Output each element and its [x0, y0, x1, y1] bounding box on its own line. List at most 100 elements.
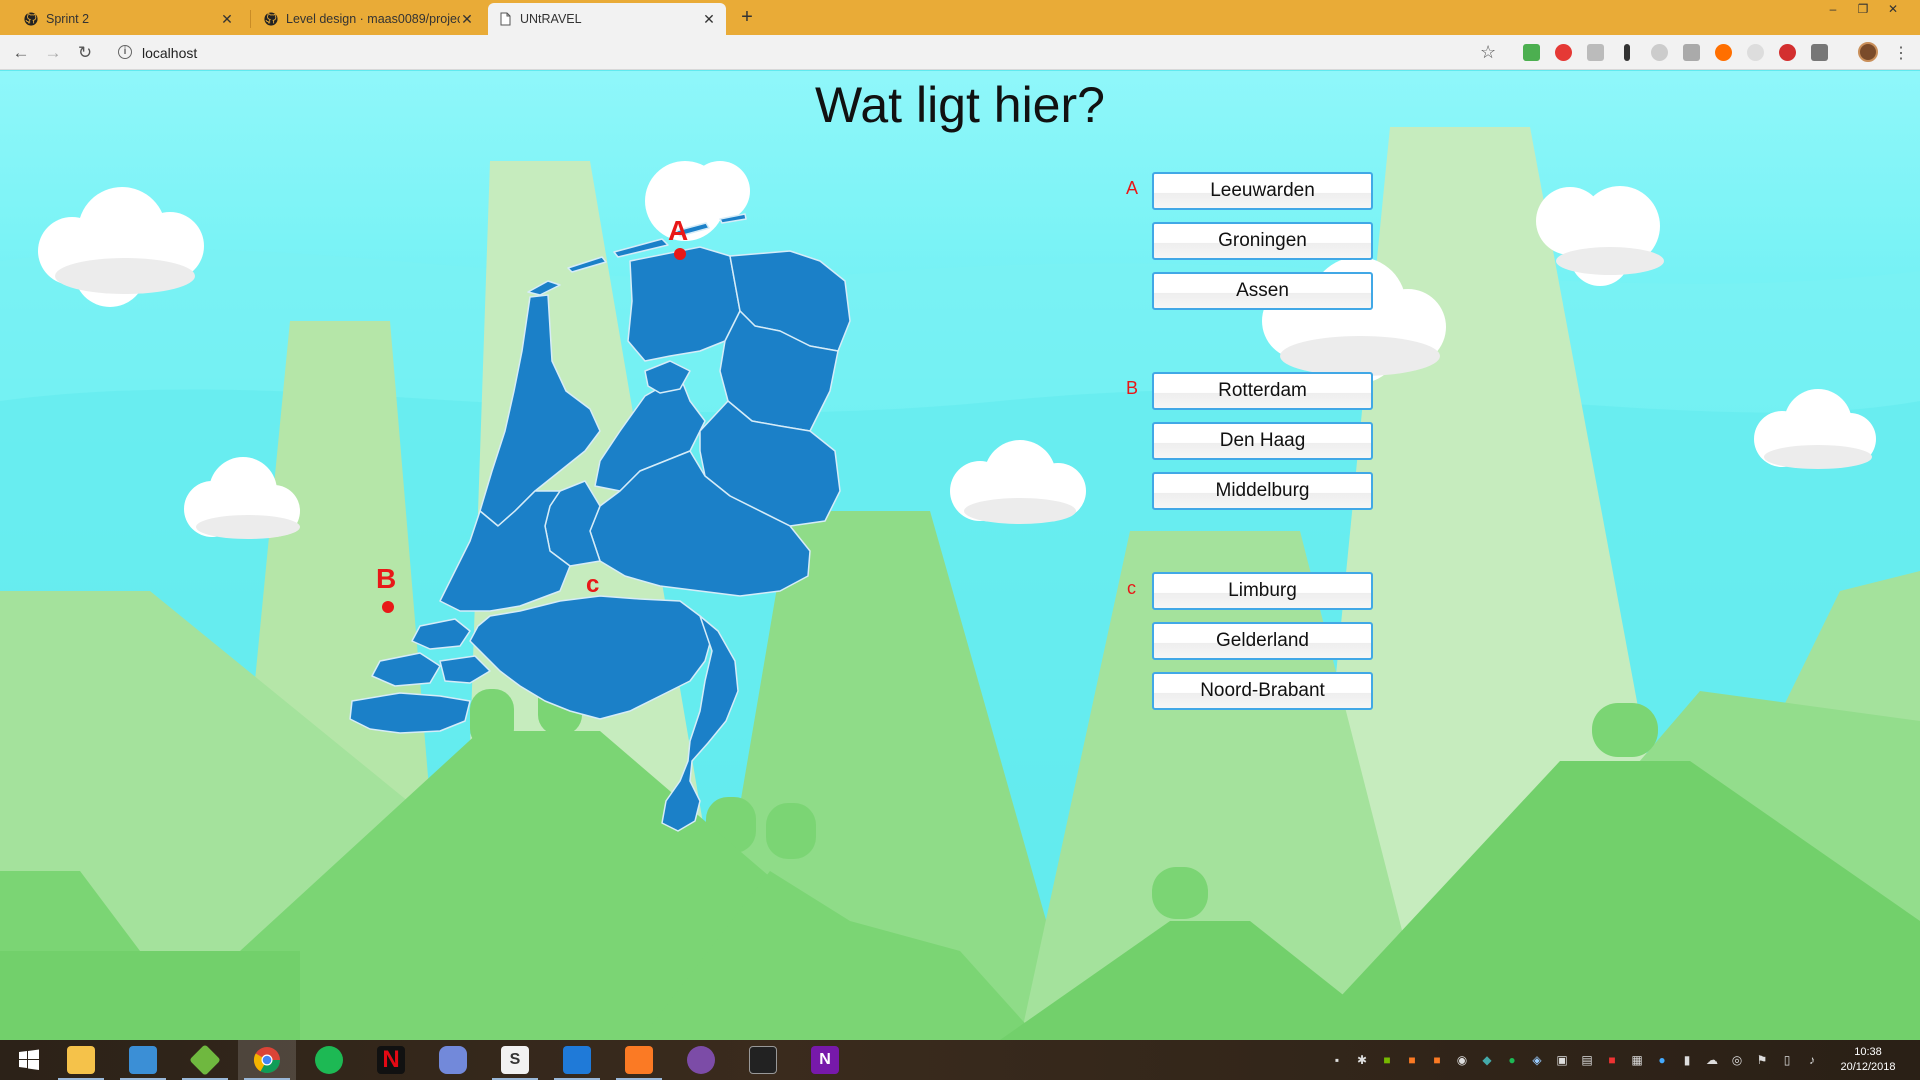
extension-icon[interactable] — [1587, 44, 1604, 61]
tab-title: Sprint 2 — [46, 12, 90, 26]
restore-button[interactable]: ❐ — [1848, 2, 1878, 16]
tray-icon[interactable]: ◉ — [1455, 1053, 1469, 1067]
tab-sprint-2[interactable]: Sprint 2 ✕ — [14, 3, 244, 35]
gitkraken-icon[interactable] — [176, 1040, 234, 1080]
island-vlieland — [567, 256, 607, 273]
volume-icon[interactable]: ♪ — [1805, 1053, 1819, 1067]
close-icon[interactable]: ✕ — [460, 11, 474, 28]
info-icon[interactable]: i — [118, 45, 132, 59]
close-icon[interactable]: ✕ — [702, 11, 716, 28]
tab-level-design[interactable]: Level design · maas0089/project ✕ — [254, 3, 484, 35]
spotify-icon[interactable] — [300, 1040, 358, 1080]
extension-icon[interactable] — [1811, 44, 1828, 61]
marker-b-label: B — [376, 563, 397, 594]
avatar[interactable] — [1858, 42, 1878, 62]
discord-icon[interactable] — [424, 1040, 482, 1080]
back-arrow-icon[interactable]: ← — [10, 42, 32, 64]
nvidia-icon[interactable]: ■ — [1380, 1053, 1394, 1067]
game-viewport: Wat ligt hier? A B c A Leeuwarden Gronin… — [0, 71, 1920, 1040]
minimize-button[interactable]: – — [1818, 2, 1848, 16]
remote-desktop-icon[interactable] — [114, 1040, 172, 1080]
page-icon — [500, 12, 511, 26]
answer-button[interactable]: Noord-Brabant — [1152, 672, 1373, 710]
reload-icon[interactable]: ↻ — [74, 42, 96, 64]
group-a-letter: A — [1126, 178, 1139, 198]
marker-a-dot[interactable] — [674, 248, 686, 260]
province-noord-brabant — [469, 595, 713, 720]
xampp-tray-icon[interactable]: ■ — [1430, 1053, 1444, 1067]
netherlands-map — [349, 213, 851, 832]
address-bar[interactable]: localhost — [142, 45, 197, 61]
tray-icon[interactable]: ● — [1655, 1053, 1669, 1067]
forward-arrow-icon[interactable]: → — [42, 42, 64, 64]
windows-taskbar: N S N ▪ ✱ ■ ■ ■ ◉ ◆ ● ◈ ▣ ▤ ■ ▦ ● ▮ ☁ ◎ … — [0, 1040, 1920, 1080]
file-explorer-icon[interactable] — [52, 1040, 110, 1080]
tray-icon[interactable]: ◆ — [1480, 1053, 1494, 1067]
github-desktop-icon[interactable] — [672, 1040, 730, 1080]
marker-b-dot[interactable] — [382, 601, 394, 613]
unity-icon[interactable] — [734, 1040, 792, 1080]
xampp-tray-icon[interactable]: ■ — [1405, 1053, 1419, 1067]
bookmark-star-icon[interactable]: ☆ — [1480, 42, 1496, 63]
adblock-icon[interactable] — [1555, 44, 1572, 61]
province-friesland — [627, 246, 741, 362]
netflix-icon[interactable]: N — [362, 1040, 420, 1080]
spotify-tray-icon[interactable]: ● — [1505, 1053, 1519, 1067]
chrome-icon[interactable] — [238, 1040, 296, 1080]
network-icon[interactable]: ▯ — [1780, 1053, 1794, 1067]
browser-tab-bar: Sprint 2 ✕ Level design · maas0089/proje… — [0, 0, 1920, 35]
island-schiermonnikoog — [719, 213, 747, 224]
github-icon — [24, 12, 38, 26]
tab-separator — [250, 10, 251, 28]
marker-a-label: A — [668, 215, 689, 246]
xampp-icon[interactable] — [610, 1040, 668, 1080]
taskbar-clock[interactable]: 10:38 20/12/2018 — [1838, 1045, 1898, 1075]
tray-icon[interactable]: ✱ — [1355, 1053, 1369, 1067]
extension-icon[interactable] — [1683, 44, 1700, 61]
browser-toolbar: ← → ↻ i localhost ☆ ⋮ — [0, 35, 1920, 70]
answer-button[interactable]: Assen — [1152, 272, 1373, 310]
extension-icon[interactable] — [1779, 44, 1796, 61]
tab-title: Level design · maas0089/project — [286, 12, 460, 26]
island-texel — [527, 280, 561, 296]
tray-icon[interactable]: ▤ — [1580, 1053, 1594, 1067]
close-window-button[interactable]: ✕ — [1878, 2, 1908, 16]
windows-start-icon[interactable] — [0, 1040, 58, 1080]
extension-icon[interactable] — [1715, 44, 1732, 61]
answer-button[interactable]: Middelburg — [1152, 472, 1373, 510]
tray-icon[interactable]: ▦ — [1630, 1053, 1644, 1067]
extension-icon[interactable] — [1747, 44, 1764, 61]
clock-time: 10:38 — [1854, 1046, 1882, 1058]
github-icon — [264, 12, 278, 26]
answer-button[interactable]: Limburg — [1152, 572, 1373, 610]
province-zeeland-north — [411, 618, 471, 650]
tab-untravel[interactable]: UNtRAVEL ✕ — [488, 3, 726, 35]
tray-icon[interactable]: ■ — [1605, 1053, 1619, 1067]
group-b-letter: B — [1126, 378, 1139, 398]
answer-button[interactable]: Den Haag — [1152, 422, 1373, 460]
steam-icon[interactable]: ◎ — [1730, 1053, 1744, 1067]
answer-button[interactable]: Rotterdam — [1152, 372, 1373, 410]
vscode-icon[interactable] — [548, 1040, 606, 1080]
close-icon[interactable]: ✕ — [220, 11, 234, 28]
extension-icon[interactable] — [1624, 44, 1630, 61]
tray-icon[interactable]: ▪ — [1330, 1053, 1344, 1067]
new-tab-button[interactable]: + — [735, 6, 759, 29]
dropbox-icon[interactable]: ◈ — [1530, 1053, 1544, 1067]
onedrive-icon[interactable]: ☁ — [1705, 1053, 1719, 1067]
menu-icon[interactable]: ⋮ — [1893, 43, 1909, 63]
wifi-icon[interactable]: ▮ — [1680, 1053, 1694, 1067]
sublime-icon[interactable]: S — [486, 1040, 544, 1080]
onenote-icon[interactable]: N — [796, 1040, 854, 1080]
tray-icon[interactable]: ▣ — [1555, 1053, 1569, 1067]
answer-button[interactable]: Groningen — [1152, 222, 1373, 260]
province-zeeuws-vlaanderen — [349, 692, 471, 734]
province-zeeland-walcheren — [371, 652, 441, 687]
extension-icon[interactable] — [1651, 44, 1668, 61]
answer-button[interactable]: Gelderland — [1152, 622, 1373, 660]
extension-icon[interactable] — [1523, 44, 1540, 61]
flag-icon[interactable]: ⚑ — [1755, 1053, 1769, 1067]
marker-c-label: c — [586, 571, 600, 598]
group-c-letter: c — [1127, 578, 1136, 598]
answer-button[interactable]: Leeuwarden — [1152, 172, 1373, 210]
